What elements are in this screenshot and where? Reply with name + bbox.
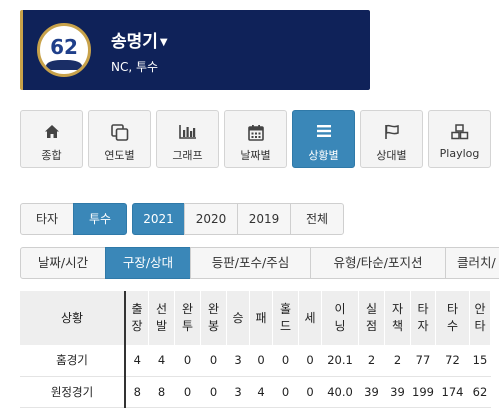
tab-date-time[interactable]: 날짜/시간 <box>20 247 106 279</box>
col-header: 패 <box>249 291 273 345</box>
nav-label: Playlog <box>439 147 480 160</box>
copy-icon <box>110 124 128 141</box>
tab-stadium-opponent[interactable]: 구장/상대 <box>105 247 191 279</box>
nav-label: 상황별 <box>308 149 339 162</box>
nav-situation-button[interactable]: 상황별 <box>292 110 355 168</box>
stat-cell: 8 <box>125 376 149 408</box>
table-header-row: 상황 출 장 선 발 완 투 완 봉 승 패 홀 드 세 이 닝 실 점 자 책 타 자 타 수 안 타 <box>20 291 491 345</box>
tab-year-2019[interactable]: 2019 <box>237 203 291 235</box>
stat-cell: 174 <box>435 376 470 408</box>
stat-cell: 2 <box>358 345 385 377</box>
stat-cell: 2 <box>384 345 411 377</box>
tab-year-2021[interactable]: 2021 <box>132 203 185 235</box>
nav-opponent-button[interactable]: 상대별 <box>360 110 423 168</box>
col-header: 완투 <box>174 291 201 345</box>
situation-stats-table: 상황 출 장 선 발 완 투 완 봉 승 패 홀 드 세 이 닝 실 점 자 책 타 자 타 수 안 타 홈경기 4 4 0 0 3 0 0 0 2… <box>20 291 491 408</box>
menu-icon <box>316 125 331 137</box>
badge-ribbon <box>46 60 82 70</box>
stat-cell: 8 <box>148 376 175 408</box>
stat-cell: 4 <box>148 345 175 377</box>
stat-cell: 40.0 <box>321 376 359 408</box>
stat-cell: 0 <box>272 376 299 408</box>
stat-cell: 0 <box>272 345 299 377</box>
stat-cell: 0 <box>298 376 322 408</box>
player-number-badge: 62 <box>37 23 91 77</box>
col-header: 완봉 <box>200 291 227 345</box>
cubes-icon <box>450 124 468 140</box>
player-number: 62 <box>50 35 78 59</box>
col-header-situation: 상황 <box>20 291 126 345</box>
col-header: 이닝 <box>321 291 359 345</box>
col-header: 출장 <box>125 291 149 345</box>
nav-summary-button[interactable]: 종합 <box>20 110 83 168</box>
stat-cell: 0 <box>174 345 201 377</box>
caret-down-icon: ▼ <box>159 36 168 48</box>
tab-year-2020[interactable]: 2020 <box>184 203 238 235</box>
tab-pitcher[interactable]: 투수 <box>73 203 127 235</box>
player-team-position: NC, 투수 <box>111 60 159 74</box>
nav-label: 그래프 <box>172 149 203 162</box>
stat-cell: 4 <box>125 345 149 377</box>
tab-clutch[interactable]: 클러치/ <box>445 247 499 279</box>
stat-cell: 3 <box>226 376 250 408</box>
col-header: 홀드 <box>272 291 299 345</box>
player-header: 62 송명기 ▼ NC, 투수 <box>20 10 370 90</box>
stat-cell: 199 <box>410 376 436 408</box>
col-header: 세 <box>298 291 322 345</box>
tab-batter[interactable]: 타자 <box>20 203 74 235</box>
tab-year-all[interactable]: 전체 <box>290 203 344 235</box>
stat-cell: 0 <box>200 345 227 377</box>
stat-cell: 39 <box>358 376 385 408</box>
stat-cell: 0 <box>200 376 227 408</box>
row-label: 홈경기 <box>20 345 126 377</box>
stat-cell: 0 <box>174 376 201 408</box>
bar-chart-icon <box>178 125 196 139</box>
stat-cell: 3 <box>226 345 250 377</box>
calendar-icon <box>247 125 264 141</box>
player-name: 송명기 <box>111 32 158 52</box>
stat-cell: 39 <box>384 376 411 408</box>
home-icon <box>44 125 59 138</box>
nav-label: 상대별 <box>376 149 407 162</box>
flag-icon <box>384 124 399 139</box>
row-label: 원정경기 <box>20 376 126 408</box>
stat-cell: 4 <box>249 376 273 408</box>
col-header: 타자 <box>410 291 436 345</box>
col-header: 실점 <box>358 291 385 345</box>
table-row: 홈경기 4 4 0 0 3 0 0 0 20.1 2 2 77 72 15 <box>20 345 491 377</box>
tab-appearance-catcher-umpire[interactable]: 등판/포수/주심 <box>190 247 311 279</box>
stat-cell: 77 <box>410 345 436 377</box>
col-header: 승 <box>226 291 250 345</box>
stat-cell: 62 <box>469 376 491 408</box>
nav-graph-button[interactable]: 그래프 <box>156 110 219 168</box>
stat-cell: 15 <box>469 345 491 377</box>
stat-cell: 72 <box>435 345 470 377</box>
nav-playlog-button[interactable]: Playlog <box>428 110 491 168</box>
col-header: 선발 <box>148 291 175 345</box>
nav-label: 날짜별 <box>240 149 271 162</box>
nav-yearly-button[interactable]: 연도별 <box>88 110 151 168</box>
col-header: 타수 <box>435 291 470 345</box>
tab-type-order-position[interactable]: 유형/타순/포지션 <box>310 247 446 279</box>
col-header: 자책 <box>384 291 411 345</box>
stat-cell: 20.1 <box>321 345 359 377</box>
player-name-dropdown[interactable]: 송명기 ▼ <box>111 27 168 52</box>
stat-cell: 0 <box>298 345 322 377</box>
col-header: 안타 <box>469 291 491 345</box>
nav-label: 종합 <box>41 149 62 162</box>
nav-date-button[interactable]: 날짜별 <box>224 110 287 168</box>
table-row: 원정경기 8 8 0 0 3 4 0 0 40.0 39 39 199 174 62 <box>20 376 491 408</box>
nav-label: 연도별 <box>104 149 135 162</box>
stat-cell: 0 <box>249 345 273 377</box>
